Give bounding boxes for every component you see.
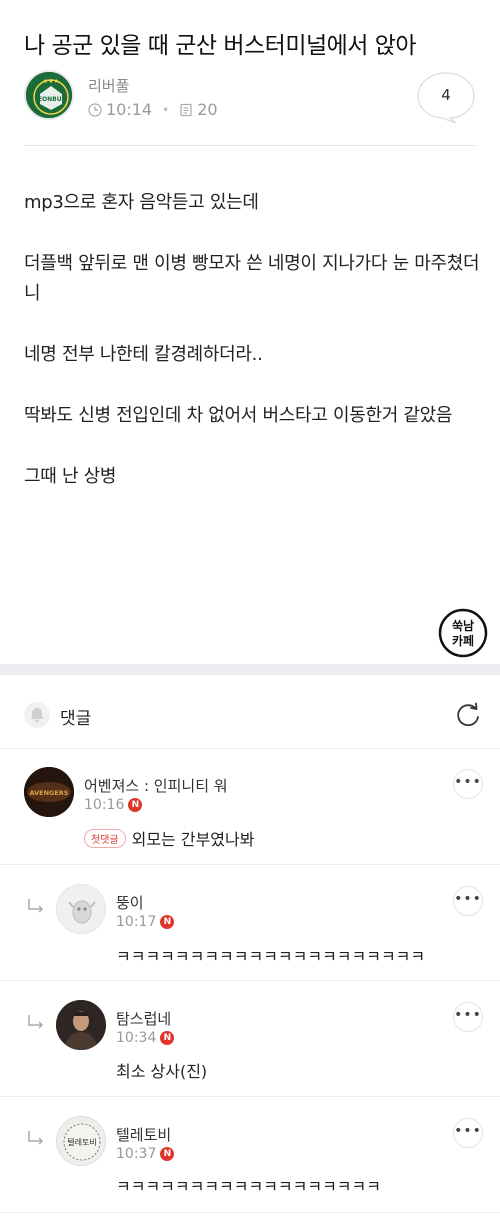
comment-time: 10:37 xyxy=(116,1146,157,1162)
author-name[interactable]: 리버풀 xyxy=(88,75,129,96)
comment-item: AVENGERS 어벤져스 : 인피니티 워 10:16 N 첫댓글 외모는 간부… xyxy=(0,749,500,865)
comment-time-row: 10:37 N xyxy=(116,1146,175,1162)
jeonbuk-logo-icon: JEONBUK ★★★ xyxy=(26,72,72,118)
refresh-icon[interactable] xyxy=(454,701,482,729)
comment-time-row: 10:34 N xyxy=(116,1030,175,1046)
post-paragraph: 네명 전부 나한테 칼경례하더라.. xyxy=(24,344,263,365)
avengers-avatar-icon: AVENGERS xyxy=(24,767,74,817)
reply-item: 뚱이 10:17 N ㅋㅋㅋㅋㅋㅋㅋㅋㅋㅋㅋㅋㅋㅋㅋㅋㅋㅋㅋㅋㅋ ••• xyxy=(0,865,500,981)
commenter-avatar[interactable] xyxy=(56,1000,106,1050)
more-options-button[interactable]: ••• xyxy=(453,769,483,799)
first-comment-badge: 첫댓글 xyxy=(84,829,126,848)
divider xyxy=(24,145,476,146)
new-badge: N xyxy=(160,1031,175,1045)
avatar-label: 텔레토비 xyxy=(67,1138,96,1147)
reply-arrow-icon xyxy=(28,1015,44,1029)
new-badge: N xyxy=(160,1147,175,1161)
post-time: 10:14 xyxy=(106,100,153,119)
comments-header: 댓글 xyxy=(0,675,500,749)
teletubbies-avatar-icon: 텔레토비 xyxy=(63,1123,101,1161)
comment-text: ㅋㅋㅋㅋㅋㅋㅋㅋㅋㅋㅋㅋㅋㅋㅋㅋㅋㅋㅋㅋㅋ xyxy=(116,947,426,966)
comment-time: 10:17 xyxy=(116,914,157,930)
commenter-avatar[interactable] xyxy=(56,884,106,934)
post-paragraph: mp3으로 혼자 음악듣고 있는데 xyxy=(24,192,259,213)
post-title: 나 공군 있을 때 군산 버스터미널에서 앉아 xyxy=(24,33,417,59)
stamp-text-top: 쑥남 xyxy=(452,618,474,633)
views-icon xyxy=(180,103,192,116)
post-paragraph: 그때 난 상병 xyxy=(24,466,117,487)
default-profile-icon xyxy=(68,900,96,924)
section-separator xyxy=(0,664,500,675)
author-row: JEONBUK ★★★ 리버풀 10:14 • 20 4 xyxy=(24,70,476,124)
comment-author[interactable]: 텔레토비 xyxy=(116,1124,171,1145)
comment-text-row: 첫댓글 외모는 간부였나봐 xyxy=(84,826,254,850)
comment-text: 외모는 간부였나봐 xyxy=(131,830,255,849)
comment-time: 10:34 xyxy=(116,1030,157,1046)
view-count: 20 xyxy=(197,100,218,119)
comment-time: 10:16 xyxy=(84,797,125,813)
post-body: mp3으로 혼자 음악듣고 있는데 더플백 앞뒤로 맨 이병 빵모자 쓴 네명이… xyxy=(24,188,484,523)
new-badge: N xyxy=(128,798,143,812)
post-paragraph: 더플백 앞뒤로 맨 이병 빵모자 쓴 네명이 지나가다 눈 마주쳤더니 xyxy=(24,253,480,304)
comment-author[interactable]: 탐스럽네 xyxy=(116,1008,171,1029)
meta-separator: • xyxy=(162,102,170,117)
commenter-avatar[interactable]: AVENGERS xyxy=(24,767,74,817)
commenter-avatar[interactable]: 텔레토비 xyxy=(56,1116,106,1166)
more-options-button[interactable]: ••• xyxy=(453,886,483,916)
comments-title: 댓글 xyxy=(60,709,92,729)
comment-author[interactable]: 뚱이 xyxy=(116,892,144,913)
stamp-text-bottom: 카페 xyxy=(452,633,474,648)
post-meta: 10:14 • 20 xyxy=(88,100,218,119)
avatar-label: AVENGERS xyxy=(30,789,69,797)
bell-button[interactable] xyxy=(24,702,50,728)
reply-arrow-icon xyxy=(28,1131,44,1145)
comment-time-row: 10:17 N xyxy=(116,914,175,930)
comment-text: 최소 상사(진) xyxy=(116,1062,208,1081)
comment-count: 4 xyxy=(441,86,451,104)
post-paragraph: 딱봐도 신병 전입인데 차 없어서 버스타고 이동한거 같았음 xyxy=(24,405,453,426)
comment-text: ㅋㅋㅋㅋㅋㅋㅋㅋㅋㅋㅋㅋㅋㅋㅋㅋㅋㅋ xyxy=(116,1177,381,1196)
cafe-stamp-logo: 쑥남 카페 xyxy=(438,608,488,658)
more-options-button[interactable]: ••• xyxy=(453,1002,483,1032)
reply-item: 탐스럽네 10:34 N 최소 상사(진) ••• xyxy=(0,981,500,1097)
reply-item: 텔레토비 텔레토비 10:37 N ㅋㅋㅋㅋㅋㅋㅋㅋㅋㅋㅋㅋㅋㅋㅋㅋㅋㅋ ••• xyxy=(0,1097,500,1213)
comment-time-row: 10:16 N xyxy=(84,797,143,813)
stars-icon: ★★★ xyxy=(43,78,59,85)
comment-count-button[interactable]: 4 xyxy=(416,72,476,124)
person-photo-icon xyxy=(56,1000,106,1050)
reply-arrow-icon xyxy=(28,899,44,913)
new-badge: N xyxy=(160,915,175,929)
avatar-text: JEONBUK xyxy=(35,96,67,103)
author-avatar[interactable]: JEONBUK ★★★ xyxy=(24,70,74,120)
more-options-button[interactable]: ••• xyxy=(453,1118,483,1148)
clock-icon xyxy=(88,102,102,117)
bell-icon xyxy=(30,708,44,723)
comment-author[interactable]: 어벤져스 : 인피니티 워 xyxy=(84,775,228,796)
